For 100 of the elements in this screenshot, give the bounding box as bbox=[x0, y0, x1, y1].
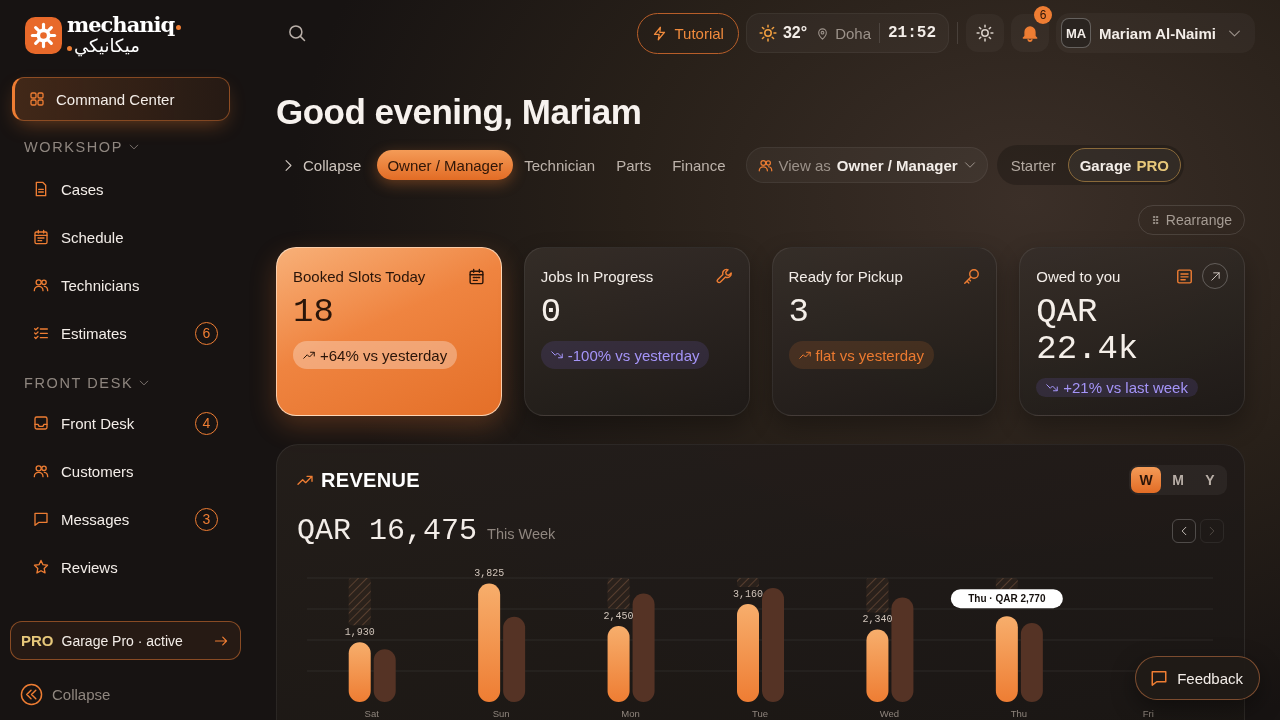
key-icon bbox=[963, 267, 981, 285]
brand-name-arabic: ميكانيكي bbox=[74, 34, 140, 56]
people-icon bbox=[33, 277, 49, 293]
double-chevron-left-icon bbox=[20, 683, 43, 706]
annotation: Thu · QAR 2,770 bbox=[968, 593, 1046, 605]
kpi-value: 18 bbox=[293, 294, 335, 331]
collapse-button[interactable]: Collapse bbox=[276, 150, 368, 180]
time-text: 21:52 bbox=[888, 24, 936, 42]
plan-card[interactable]: PRO Garage Pro · active bbox=[10, 621, 241, 660]
nav-item[interactable]: Reviews bbox=[12, 543, 230, 591]
x-axis-label: Wed bbox=[879, 708, 900, 719]
chat-bubble-icon bbox=[33, 511, 49, 527]
revenue-total: QAR 16,475 bbox=[297, 513, 478, 549]
document-icon bbox=[33, 181, 49, 197]
trend-up-icon bbox=[798, 349, 811, 361]
theme-toggle-button[interactable] bbox=[966, 14, 1004, 52]
calendar-icon bbox=[33, 229, 49, 245]
chevron-down-icon bbox=[129, 142, 139, 152]
kpi-title: Booked Slots Today bbox=[293, 267, 426, 285]
trend-text: -100% vs yesterday bbox=[567, 346, 700, 364]
wrench-icon bbox=[715, 267, 733, 285]
bar-value-label: 2,450 bbox=[603, 611, 634, 623]
comparison-bar bbox=[373, 649, 396, 702]
people-icon bbox=[33, 463, 49, 479]
inbox-tray-icon bbox=[33, 415, 49, 431]
trend-up-icon bbox=[303, 349, 315, 361]
notification-count: 6 bbox=[1034, 6, 1052, 24]
period-tab[interactable]: W bbox=[1131, 467, 1161, 493]
kpi-title: Jobs In Progress bbox=[540, 267, 654, 285]
collapse-button[interactable]: Collapse bbox=[12, 683, 111, 706]
section-header[interactable]: FRONT DESK bbox=[12, 373, 150, 393]
chart-tooltip: Thu · QAR 2,770 bbox=[950, 589, 1063, 609]
calendar-icon bbox=[467, 267, 485, 285]
location-text: Doha bbox=[835, 24, 871, 42]
location-pin-icon bbox=[816, 26, 830, 40]
nav-item[interactable]: Estimates bbox=[12, 309, 195, 357]
plan-option[interactable]: Garage PRO bbox=[1067, 148, 1181, 182]
arrow-up-right-icon bbox=[1209, 270, 1221, 282]
bar-value-label: 1,930 bbox=[344, 627, 375, 639]
people-icon bbox=[757, 157, 773, 173]
role-tab[interactable]: Finance bbox=[662, 150, 736, 180]
nav-item[interactable]: Customers bbox=[12, 447, 230, 495]
kpi-title: Ready for Pickup bbox=[788, 267, 903, 285]
nav-item[interactable]: Messages bbox=[12, 495, 195, 543]
trend-down-icon bbox=[550, 349, 563, 361]
nav-item[interactable]: Front Desk bbox=[12, 399, 195, 447]
plan-option[interactable]: Starter bbox=[998, 148, 1068, 182]
role-tab[interactable]: Parts bbox=[606, 150, 662, 180]
search-icon[interactable] bbox=[288, 24, 306, 42]
brand-dot-icon bbox=[67, 45, 72, 51]
period-tab[interactable]: M bbox=[1163, 467, 1193, 493]
star-icon bbox=[33, 559, 49, 575]
checklist-icon bbox=[33, 325, 49, 341]
bar-value-label: 3,160 bbox=[733, 589, 763, 601]
section-header[interactable]: WORKSHOP bbox=[12, 137, 139, 157]
brand-name: mechaniq bbox=[67, 14, 175, 35]
user-menu[interactable]: MA Mariam Al-Naimi bbox=[1056, 13, 1255, 53]
logo-icon bbox=[25, 16, 62, 54]
grip-dots-icon bbox=[1150, 215, 1160, 225]
x-axis-label: Mon bbox=[621, 708, 640, 719]
x-axis-label: Sat bbox=[364, 708, 379, 719]
nav-item[interactable]: Technicians bbox=[12, 261, 230, 309]
bell-icon bbox=[1021, 24, 1039, 42]
feedback-button[interactable]: Feedback bbox=[1135, 656, 1260, 700]
greeting-heading: Good evening, Mariam bbox=[276, 94, 643, 130]
chevron-left-icon bbox=[1179, 526, 1189, 536]
role-tab[interactable]: Owner / Manager bbox=[377, 150, 514, 180]
x-axis-label: Sun bbox=[492, 708, 510, 719]
trend-text: flat vs yesterday bbox=[815, 346, 924, 364]
receipt-icon bbox=[1176, 267, 1193, 285]
chevron-right-icon bbox=[1207, 526, 1217, 536]
kpi-value: QAR 22.4k bbox=[1036, 294, 1140, 368]
view-as-dropdown[interactable]: View as Owner / Manager bbox=[745, 147, 988, 183]
chevron-right-icon bbox=[282, 158, 295, 172]
nav-item[interactable]: Cases bbox=[12, 165, 230, 213]
trend-down-icon bbox=[1046, 381, 1059, 394]
role-tab[interactable]: Technician bbox=[514, 150, 606, 180]
x-axis-label: Fri bbox=[1142, 708, 1154, 719]
x-axis-label: Tue bbox=[752, 708, 768, 719]
brand-dot-icon bbox=[176, 24, 182, 30]
sun-icon bbox=[758, 24, 777, 42]
period-caption: This Week bbox=[487, 526, 556, 542]
pro-label: PRO bbox=[21, 632, 54, 649]
trend-text: +64% vs yesterday bbox=[320, 346, 448, 364]
chat-bubble-icon bbox=[1150, 669, 1169, 687]
sun-icon bbox=[976, 24, 994, 42]
chevron-down-icon bbox=[963, 159, 976, 171]
card-title: REVENUE bbox=[321, 468, 420, 492]
user-avatar: MA bbox=[1061, 18, 1091, 48]
nav-item[interactable]: Command Center bbox=[12, 77, 230, 121]
temperature-text: 32° bbox=[782, 24, 808, 42]
x-axis-label: Thu bbox=[1010, 708, 1028, 719]
bar-value-label: 2,340 bbox=[862, 614, 893, 626]
nav-item[interactable]: Schedule bbox=[12, 213, 230, 261]
period-tab[interactable]: Y bbox=[1195, 467, 1225, 493]
revenue-bar bbox=[348, 642, 371, 702]
chevron-down-icon bbox=[139, 378, 150, 388]
kpi-title: Owed to you bbox=[1036, 267, 1121, 285]
bar-value-label: 3,825 bbox=[474, 568, 505, 580]
trend-text: +21% vs last week bbox=[1063, 379, 1188, 396]
